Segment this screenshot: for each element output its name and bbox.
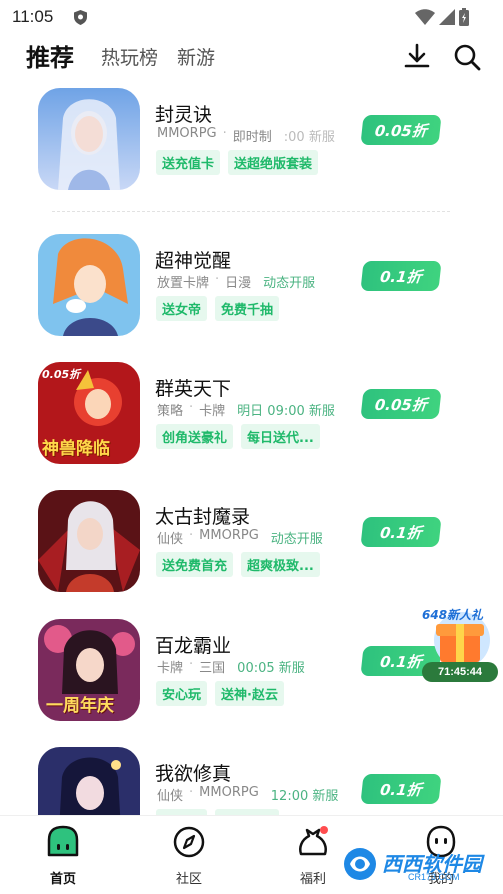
meta-separator: · bbox=[189, 400, 194, 415]
download-icon[interactable] bbox=[402, 42, 432, 72]
game-meta: 仙侠 · MMORPG 12:00 新服 bbox=[157, 785, 338, 804]
compass-icon bbox=[173, 826, 205, 858]
meta-separator: · bbox=[222, 126, 227, 141]
game-genre: MMORPG bbox=[157, 126, 217, 141]
tag-list: 送免费首充 超爽极致... bbox=[156, 552, 320, 577]
server-info: 00:05 新服 bbox=[237, 661, 305, 676]
tag-list: 送女帝 免费千抽 bbox=[156, 296, 280, 321]
header: 推荐 热玩榜 新游 bbox=[0, 34, 503, 82]
game-meta: 策略 · 卡牌 明日 09:00 新服 bbox=[157, 400, 335, 419]
tag-list: 送充值卡 送超绝版套装 bbox=[156, 150, 319, 175]
tab-recommend[interactable]: 推荐 bbox=[26, 38, 74, 73]
qunying-game-icon[interactable]: 0.05折 神兽降临 bbox=[38, 362, 140, 464]
server-info: 动态开服 bbox=[270, 532, 323, 547]
tag: 送女帝 bbox=[156, 296, 208, 321]
wifi-icon bbox=[415, 9, 435, 25]
search-icon[interactable] bbox=[452, 42, 482, 72]
tag-list: 创角送豪礼 每日送代... bbox=[156, 424, 320, 449]
signal-icon bbox=[439, 9, 455, 25]
tag: 送神·赵云 bbox=[215, 681, 284, 706]
tag: 超爽极致... bbox=[241, 552, 320, 577]
watermark-subtext: CR173.COM bbox=[408, 872, 460, 882]
new-user-gift-promo[interactable]: 648新人礼 71:45:44 bbox=[418, 604, 498, 682]
game-genre: 卡牌 bbox=[199, 404, 226, 419]
game-item[interactable]: 封灵诀 MMORPG · 即时制 :00 新服 送充值卡 送超绝版套装 0.05… bbox=[0, 88, 503, 198]
status-icons bbox=[415, 8, 469, 26]
game-meta: 放置卡牌 · 日漫 动态开服 bbox=[157, 272, 315, 291]
meta-separator: · bbox=[215, 272, 220, 287]
game-genre: 日漫 bbox=[225, 276, 252, 291]
game-name: 太古封魔录 bbox=[155, 506, 251, 528]
game-item[interactable]: 0.05折 神兽降临 群英天下 策略 · 卡牌 明日 09:00 新服 创角送豪… bbox=[0, 362, 503, 472]
game-meta: 仙侠 · MMORPG 动态开服 bbox=[157, 528, 323, 547]
game-name: 超神觉醒 bbox=[155, 250, 232, 272]
tag: 免费千抽 bbox=[215, 296, 280, 321]
tag-list: 安心玩 送神·赵云 bbox=[156, 681, 284, 706]
tag: 安心玩 bbox=[156, 681, 208, 706]
battery-icon bbox=[459, 8, 469, 26]
game-meta: 卡牌 · 三国 00:05 新服 bbox=[157, 657, 305, 676]
game-genre: 卡牌 bbox=[157, 661, 184, 676]
meta-separator: · bbox=[189, 528, 194, 543]
game-genre: 仙侠 bbox=[157, 532, 184, 547]
watermark-logo: 西西软件园 CR173.COM bbox=[340, 846, 490, 882]
game-genre: 三国 bbox=[199, 661, 226, 676]
game-genre: MMORPG bbox=[199, 528, 259, 543]
money-bag-icon bbox=[299, 826, 328, 856]
shield-icon bbox=[74, 10, 87, 25]
icon-caption: 神兽降临 bbox=[42, 439, 110, 459]
fengling-game-icon[interactable] bbox=[38, 88, 140, 190]
game-name: 百龙霸业 bbox=[155, 635, 232, 657]
promo-badge-text: 648新人礼 bbox=[422, 608, 484, 622]
tab-new-games[interactable]: 新游 bbox=[177, 43, 215, 70]
discount-badge[interactable]: 0.1折 bbox=[360, 774, 442, 804]
chaoshen-game-icon[interactable] bbox=[38, 234, 140, 336]
tag: 送充值卡 bbox=[156, 150, 221, 175]
icon-caption: 一周年庆 bbox=[46, 696, 114, 716]
tag: 创角送豪礼 bbox=[156, 424, 234, 449]
tag: 每日送代... bbox=[241, 424, 320, 449]
status-time: 11:05 bbox=[12, 7, 54, 26]
game-name: 封灵诀 bbox=[155, 104, 213, 126]
game-name: 我欲修真 bbox=[155, 763, 232, 785]
meta-separator: · bbox=[189, 785, 194, 800]
nav-home[interactable]: 首页 bbox=[23, 824, 103, 887]
meta-separator: · bbox=[189, 657, 194, 672]
divider bbox=[52, 211, 450, 212]
discount-badge[interactable]: 0.05折 bbox=[360, 389, 442, 419]
nav-label: 首页 bbox=[49, 872, 76, 887]
game-name: 群英天下 bbox=[155, 378, 232, 400]
server-info: 动态开服 bbox=[263, 276, 316, 291]
home-icon bbox=[47, 825, 79, 857]
tag: 送免费首充 bbox=[156, 552, 234, 577]
game-genre: 策略 bbox=[157, 404, 184, 419]
server-info: 明日 09:00 新服 bbox=[237, 404, 335, 419]
discount-badge[interactable]: 0.05折 bbox=[360, 115, 442, 145]
taigu-game-icon[interactable] bbox=[38, 490, 140, 592]
game-item[interactable]: 太古封魔录 仙侠 · MMORPG 动态开服 送免费首充 超爽极致... 0.1… bbox=[0, 490, 503, 600]
server-info: 12:00 新服 bbox=[270, 789, 339, 804]
bailong-game-icon[interactable]: 一周年庆 bbox=[38, 619, 140, 721]
nav-community[interactable]: 社区 bbox=[149, 824, 229, 887]
tab-hot-ranking[interactable]: 热玩榜 bbox=[101, 43, 158, 70]
game-genre: 放置卡牌 bbox=[157, 276, 210, 291]
tag: 送超绝版套装 bbox=[228, 150, 319, 175]
game-meta: MMORPG · 即时制 :00 新服 bbox=[157, 126, 335, 145]
discount-badge[interactable]: 0.1折 bbox=[360, 261, 442, 291]
game-genre: MMORPG bbox=[199, 785, 259, 800]
game-genre: 仙侠 bbox=[157, 789, 184, 804]
server-info: :00 新服 bbox=[283, 130, 335, 145]
discount-badge[interactable]: 0.1折 bbox=[360, 517, 442, 547]
promo-timer: 71:45:44 bbox=[422, 662, 498, 682]
status-bar: 11:05 bbox=[0, 0, 503, 34]
watermark-logo-icon bbox=[344, 848, 376, 880]
game-genre: 即时制 bbox=[232, 130, 272, 145]
game-item[interactable]: 超神觉醒 放置卡牌 · 日漫 动态开服 送女帝 免费千抽 0.1折 bbox=[0, 234, 503, 344]
nav-label: 社区 bbox=[175, 872, 202, 887]
icon-badge: 0.05折 bbox=[42, 368, 81, 381]
